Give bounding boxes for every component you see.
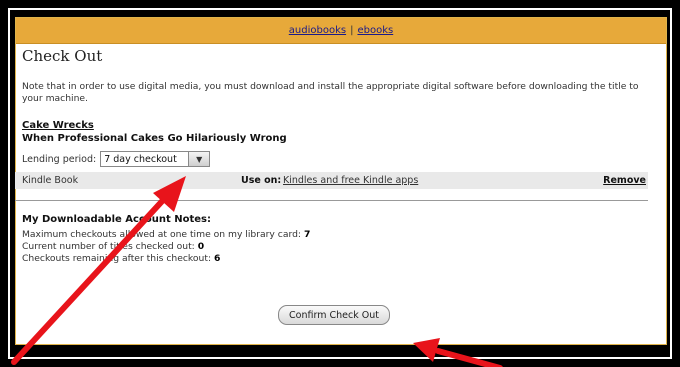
- format-name: Kindle Book: [22, 175, 79, 186]
- lending-period-value: 7 day checkout: [104, 153, 177, 165]
- software-note: Note that in order to use digital media,…: [22, 81, 639, 104]
- max-checkouts-line: Maximum checkouts allowed at one time on…: [22, 229, 310, 240]
- book-subtitle: When Professional Cakes Go Hilariously W…: [22, 133, 287, 144]
- max-checkouts-label: Maximum checkouts allowed at one time on…: [22, 229, 302, 240]
- book-title[interactable]: Cake Wrecks: [22, 120, 94, 131]
- account-notes-heading: My Downloadable Account Notes:: [22, 214, 211, 225]
- ebooks-link[interactable]: ebooks: [357, 25, 393, 36]
- max-checkouts-value: 7: [303, 229, 311, 240]
- lending-period-select[interactable]: 7 day checkout ▼: [100, 151, 211, 167]
- remaining-checkouts-value: 6: [213, 253, 221, 264]
- current-checkouts-label: Current number of titles checked out:: [22, 241, 195, 252]
- chevron-down-icon[interactable]: ▼: [188, 152, 210, 166]
- format-nav-bar: audiobooks | ebooks: [16, 18, 666, 44]
- remove-link[interactable]: Remove: [603, 175, 646, 186]
- lending-period-row: Lending period: 7 day checkout ▼: [22, 151, 211, 167]
- confirm-checkout-button[interactable]: Confirm Check Out: [278, 305, 390, 325]
- nav-separator: |: [350, 25, 354, 36]
- use-on-link[interactable]: Kindles and free Kindle apps: [283, 175, 418, 186]
- current-checkouts-line: Current number of titles checked out: 0: [22, 241, 204, 252]
- remaining-checkouts-label: Checkouts remaining after this checkout:: [22, 253, 212, 264]
- section-divider: [15, 200, 648, 201]
- page-title: Check Out: [22, 47, 103, 65]
- audiobooks-link[interactable]: audiobooks: [289, 25, 346, 36]
- lending-period-label: Lending period:: [22, 153, 97, 165]
- remaining-checkouts-line: Checkouts remaining after this checkout:…: [22, 253, 220, 264]
- current-checkouts-value: 0: [197, 241, 205, 252]
- use-on-label: Use on:: [241, 175, 282, 186]
- format-row: Kindle Book Use on: Kindles and free Kin…: [15, 172, 648, 189]
